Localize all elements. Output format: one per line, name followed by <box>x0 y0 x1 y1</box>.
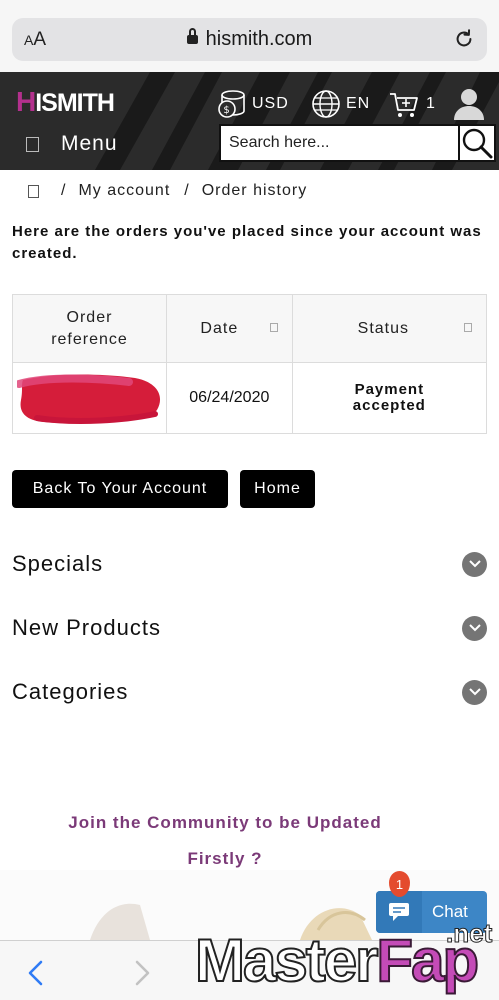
home-button[interactable]: Home <box>240 470 315 508</box>
breadcrumb: / My account / Order history <box>28 182 307 200</box>
breadcrumb-my-account[interactable]: My account <box>78 182 170 200</box>
breadcrumb-order-history[interactable]: Order history <box>202 182 307 200</box>
section-specials[interactable]: Specials <box>12 551 487 577</box>
chevron-down-icon[interactable] <box>462 615 487 641</box>
redacted-scribble <box>17 374 161 424</box>
order-reference-cell[interactable] <box>12 362 167 434</box>
site-header: HISMITH $ USD EN 1 Menu Search here... <box>0 72 499 170</box>
order-history-intro: Here are the orders you've placed since … <box>12 223 482 262</box>
search-button[interactable] <box>458 126 494 160</box>
url-field[interactable]: hismith.com <box>12 28 487 51</box>
url-text: hismith.com <box>205 28 313 50</box>
search-input[interactable] <box>221 126 461 160</box>
column-header-order-reference[interactable]: Order reference <box>12 294 167 363</box>
section-categories[interactable]: Categories <box>12 679 487 705</box>
section-new-products[interactable]: New Products <box>12 615 487 641</box>
column-header-date[interactable]: Date <box>165 294 293 363</box>
newsletter-heading: Join the Community to be Updated Firstly… <box>30 805 420 877</box>
home-icon[interactable] <box>28 184 39 198</box>
breadcrumb-separator: / <box>61 182 67 199</box>
cart-icon <box>390 93 418 117</box>
table-row[interactable]: 06/24/2020 Payment accepted <box>12 362 488 434</box>
menu-label: Menu <box>61 132 118 155</box>
sort-icon[interactable] <box>464 323 472 332</box>
user-account-icon[interactable] <box>452 86 486 120</box>
back-to-account-button[interactable]: Back To Your Account <box>12 470 228 508</box>
lock-icon <box>186 28 198 44</box>
newsletter-heading-line1: Join the Community to be Updated <box>68 813 382 832</box>
forward-arrow-icon[interactable] <box>132 959 152 987</box>
browser-toolbar: AA hismith.com <box>0 0 499 72</box>
column-header-status[interactable]: Status <box>291 294 488 363</box>
search-box <box>219 124 496 162</box>
order-date-cell: 06/24/2020 <box>165 362 293 434</box>
section-title: Categories <box>12 679 129 704</box>
section-title: New Products <box>12 615 161 640</box>
chevron-down-icon[interactable] <box>462 679 487 705</box>
language-selector[interactable]: EN <box>310 88 370 120</box>
search-icon <box>462 128 493 159</box>
menu-icon <box>26 136 39 152</box>
currency-selector[interactable]: $ USD <box>216 88 289 120</box>
sort-icon[interactable] <box>269 323 278 332</box>
cart-count: 1 <box>426 95 436 112</box>
address-bar[interactable]: AA hismith.com <box>12 18 487 61</box>
cart-button[interactable]: 1 <box>388 88 436 120</box>
language-label: EN <box>346 95 371 112</box>
table-header-row: Order reference Date Status <box>12 294 488 363</box>
menu-button[interactable]: Menu <box>26 132 118 156</box>
section-title: Specials <box>12 551 104 576</box>
breadcrumb-separator: / <box>184 182 190 199</box>
site-logo[interactable]: HISMITH <box>16 86 115 118</box>
orders-table: Order reference Date Status 06/24/2020 P… <box>12 294 488 434</box>
svg-text:$: $ <box>223 105 230 116</box>
watermark-brand-left: Master <box>194 926 379 995</box>
chevron-down-icon[interactable] <box>462 551 487 577</box>
reload-icon[interactable] <box>453 28 475 50</box>
coins-icon: $ <box>218 90 245 118</box>
back-arrow-icon[interactable] <box>26 959 46 987</box>
watermark-logo: MasterFap <box>194 926 480 996</box>
watermark-suffix: .net <box>445 918 493 949</box>
logo-text: HISMITH <box>16 86 115 117</box>
order-status-cell: Payment accepted <box>291 362 488 434</box>
globe-icon <box>312 90 340 118</box>
currency-label: USD <box>252 95 289 112</box>
